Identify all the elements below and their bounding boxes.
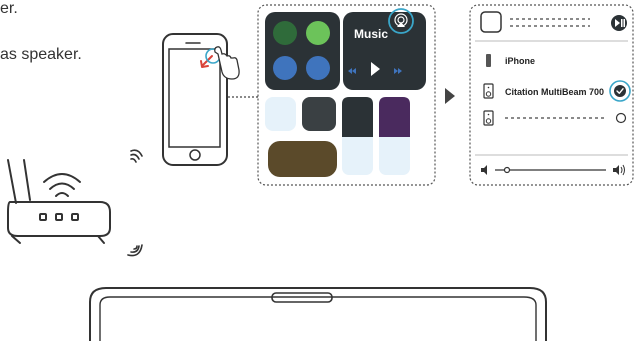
volume-slider[interactable] — [379, 97, 410, 175]
signal-to-soundbar-icon — [127, 244, 143, 257]
play-pause-button[interactable] — [611, 15, 627, 31]
connectivity-block[interactable] — [265, 12, 340, 90]
tile-brown[interactable] — [268, 141, 337, 177]
album-art-placeholder — [480, 11, 502, 33]
volume-knob[interactable] — [503, 166, 511, 174]
phone-icon — [162, 33, 240, 166]
wifi-icon — [43, 173, 81, 197]
phone-device-icon — [486, 54, 491, 67]
tile-pale[interactable] — [265, 97, 296, 131]
output-item-label: iPhone — [505, 56, 535, 66]
control-center-panel: Music — [257, 4, 436, 186]
arrow-right-icon — [445, 88, 455, 104]
tile-dark[interactable] — [302, 97, 336, 131]
toggle-blue-right[interactable] — [306, 56, 330, 80]
router-icon — [7, 159, 111, 244]
output-list-panel: iPhone Citation MultiBeam 700 — [469, 4, 634, 186]
brightness-slider[interactable] — [342, 97, 373, 175]
toggle-blue-left[interactable] — [273, 56, 297, 80]
setup-illustration: Music iPhone Citation MultiBeam 700 — [7, 4, 634, 341]
toggle-light-green[interactable] — [306, 21, 330, 45]
output-item-label: Citation MultiBeam 700 — [505, 87, 604, 97]
toggle-dark-green[interactable] — [273, 21, 297, 45]
music-label: Music — [354, 27, 388, 41]
signal-to-phone-icon — [130, 149, 143, 163]
radio-unselected-icon[interactable] — [615, 112, 627, 124]
soundbar-icon — [89, 287, 547, 341]
